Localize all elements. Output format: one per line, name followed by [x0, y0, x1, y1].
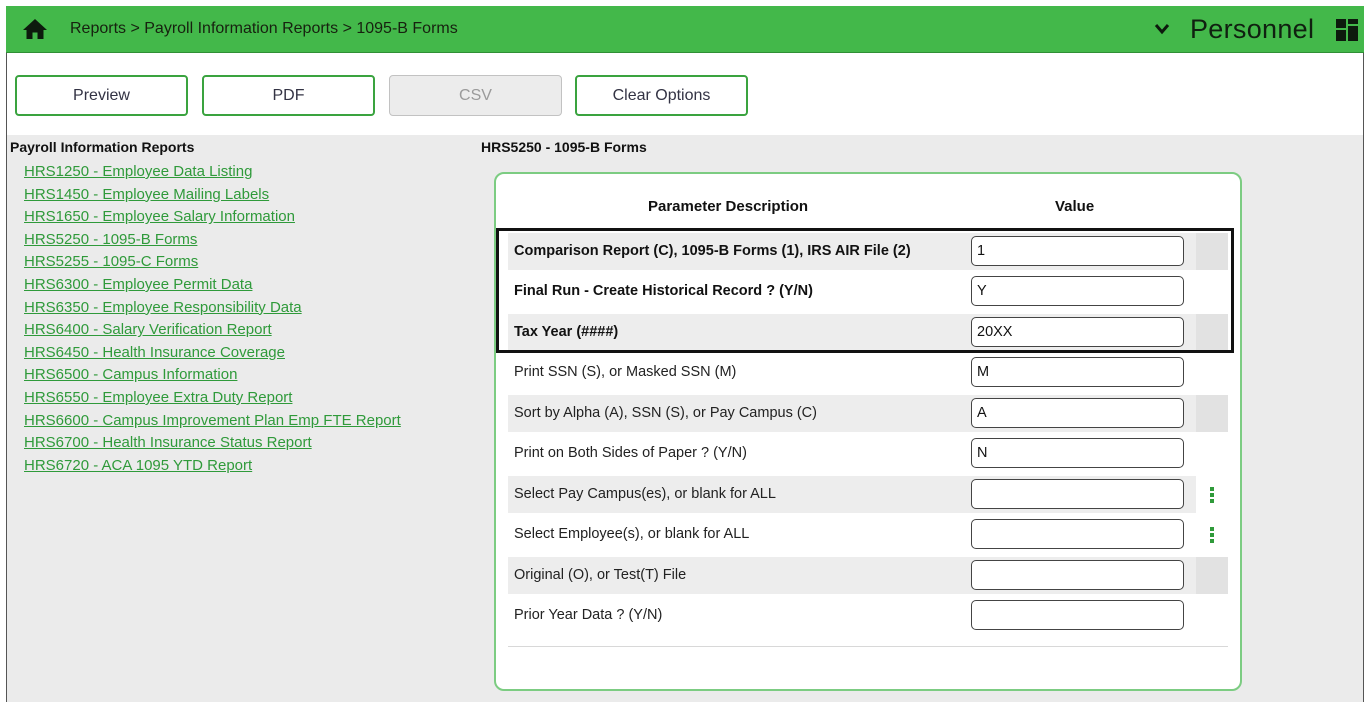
- list-item: HRS6400 - Salary Verification Report: [24, 319, 401, 342]
- param-value-input[interactable]: [971, 236, 1184, 266]
- col-header-value: Value: [1055, 198, 1095, 215]
- list-item: HRS6600 - Campus Improvement Plan Emp FT…: [24, 410, 401, 433]
- param-description: Prior Year Data ? (Y/N): [514, 607, 663, 623]
- report-link[interactable]: HRS1250 - Employee Data Listing: [24, 163, 252, 180]
- param-value-input[interactable]: [971, 398, 1184, 428]
- param-row: Select Pay Campus(es), or blank for ALL: [508, 476, 1228, 513]
- param-row: Prior Year Data ? (Y/N): [508, 597, 1228, 634]
- divider: [508, 646, 1228, 647]
- report-link[interactable]: HRS6400 - Salary Verification Report: [24, 321, 272, 338]
- param-description: Final Run - Create Historical Record ? (…: [514, 283, 813, 299]
- report-link[interactable]: HRS6300 - Employee Permit Data: [24, 276, 252, 293]
- report-link[interactable]: HRS6450 - Health Insurance Coverage: [24, 344, 285, 361]
- list-item: HRS1450 - Employee Mailing Labels: [24, 184, 401, 207]
- param-value-input[interactable]: [971, 276, 1184, 306]
- list-item: HRS1250 - Employee Data Listing: [24, 161, 401, 184]
- report-link[interactable]: HRS6700 - Health Insurance Status Report: [24, 434, 312, 451]
- param-value-input[interactable]: [971, 317, 1184, 347]
- param-row: Print on Both Sides of Paper ? (Y/N): [508, 435, 1228, 472]
- param-row: Comparison Report (C), 1095-B Forms (1),…: [508, 233, 1228, 270]
- grid-icon[interactable]: [1335, 18, 1359, 42]
- param-value-input[interactable]: [971, 600, 1184, 630]
- report-link[interactable]: HRS1650 - Employee Salary Information: [24, 208, 295, 225]
- more-options-icon[interactable]: [1209, 487, 1215, 503]
- row-side: [1196, 233, 1228, 270]
- report-link[interactable]: HRS6720 - ACA 1095 YTD Report: [24, 457, 252, 474]
- param-row: Original (O), or Test(T) File: [508, 557, 1228, 594]
- sidebar-title: Payroll Information Reports: [10, 139, 195, 155]
- row-side: [1196, 395, 1228, 432]
- report-link[interactable]: HRS5250 - 1095-B Forms: [24, 231, 197, 248]
- row-side: [1196, 314, 1228, 351]
- content-area: Payroll Information Reports HRS1250 - Em…: [7, 135, 1363, 702]
- list-item: HRS6350 - Employee Responsibility Data: [24, 297, 401, 320]
- param-value-input[interactable]: [971, 479, 1184, 509]
- report-link[interactable]: HRS6600 - Campus Improvement Plan Emp FT…: [24, 412, 401, 429]
- preview-button[interactable]: Preview: [15, 75, 188, 116]
- param-row: Select Employee(s), or blank for ALL: [508, 516, 1228, 553]
- list-item: HRS6500 - Campus Information: [24, 364, 401, 387]
- param-description: Comparison Report (C), 1095-B Forms (1),…: [514, 243, 911, 259]
- param-value-input[interactable]: [971, 438, 1184, 468]
- list-item: HRS1650 - Employee Salary Information: [24, 206, 401, 229]
- clear-options-button[interactable]: Clear Options: [575, 75, 748, 116]
- module-title: Personnel: [1190, 14, 1315, 44]
- home-icon[interactable]: [22, 17, 48, 41]
- list-item: HRS6720 - ACA 1095 YTD Report: [24, 455, 401, 478]
- list-item: HRS6300 - Employee Permit Data: [24, 274, 401, 297]
- top-bar: Reports > Payroll Information Reports > …: [6, 6, 1364, 53]
- param-row: Tax Year (####): [508, 314, 1228, 351]
- param-value-input[interactable]: [971, 357, 1184, 387]
- row-side: [1196, 557, 1228, 594]
- row-side: [1196, 476, 1228, 513]
- param-description: Sort by Alpha (A), SSN (S), or Pay Campu…: [514, 405, 817, 421]
- param-row: Final Run - Create Historical Record ? (…: [508, 273, 1228, 310]
- param-description: Select Pay Campus(es), or blank for ALL: [514, 486, 776, 502]
- chevron-down-icon[interactable]: [1154, 22, 1170, 36]
- report-list: HRS1250 - Employee Data Listing HRS1450 …: [24, 161, 401, 477]
- pdf-button[interactable]: PDF: [202, 75, 375, 116]
- report-link[interactable]: HRS6500 - Campus Information: [24, 366, 237, 383]
- list-item: HRS5255 - 1095-C Forms: [24, 251, 401, 274]
- breadcrumb: Reports > Payroll Information Reports > …: [70, 20, 458, 37]
- list-item: HRS6450 - Health Insurance Coverage: [24, 342, 401, 365]
- param-value-input[interactable]: [971, 519, 1184, 549]
- param-description: Tax Year (####): [514, 324, 619, 340]
- parameter-panel: Parameter Description Value Comparison R…: [494, 172, 1242, 691]
- param-description: Print SSN (S), or Masked SSN (M): [514, 364, 737, 380]
- list-item: HRS5250 - 1095-B Forms: [24, 229, 401, 252]
- param-row: Sort by Alpha (A), SSN (S), or Pay Campu…: [508, 395, 1228, 432]
- more-options-icon[interactable]: [1209, 527, 1215, 543]
- param-description: Original (O), or Test(T) File: [514, 567, 687, 583]
- param-value-input[interactable]: [971, 560, 1184, 590]
- row-side: [1196, 516, 1228, 553]
- csv-button: CSV: [389, 75, 562, 116]
- list-item: HRS6700 - Health Insurance Status Report: [24, 432, 401, 455]
- col-header-description: Parameter Description: [648, 198, 809, 215]
- report-link[interactable]: HRS5255 - 1095-C Forms: [24, 253, 198, 270]
- report-link[interactable]: HRS1450 - Employee Mailing Labels: [24, 186, 269, 203]
- param-row: Print SSN (S), or Masked SSN (M): [508, 354, 1228, 391]
- list-item: HRS6550 - Employee Extra Duty Report: [24, 387, 401, 410]
- toolbar: Preview PDF CSV Clear Options: [7, 53, 1363, 135]
- param-description: Select Employee(s), or blank for ALL: [514, 526, 750, 542]
- form-title: HRS5250 - 1095-B Forms: [481, 139, 647, 155]
- param-description: Print on Both Sides of Paper ? (Y/N): [514, 445, 747, 461]
- report-link[interactable]: HRS6550 - Employee Extra Duty Report: [24, 389, 292, 406]
- report-link[interactable]: HRS6350 - Employee Responsibility Data: [24, 299, 302, 316]
